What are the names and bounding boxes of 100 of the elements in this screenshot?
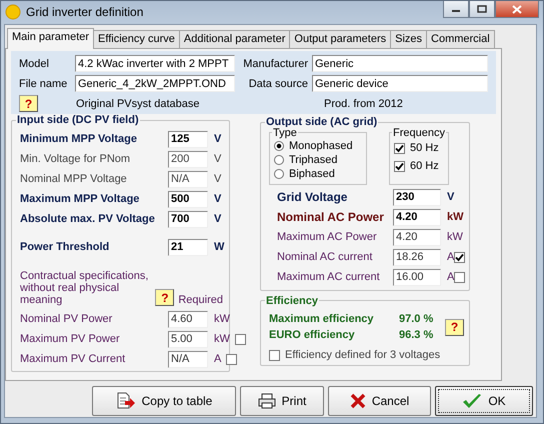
field-label: Maximum PV Current: [20, 353, 126, 365]
text-field[interactable]: Generic_4_2kW_2MPPT.OND: [75, 75, 235, 92]
value-field[interactable]: 4.60: [168, 310, 208, 328]
value-field[interactable]: 16.00: [393, 268, 441, 286]
printer-icon: [258, 393, 276, 409]
window-title: Grid inverter definition: [26, 4, 144, 18]
group-title: Type: [272, 127, 298, 139]
text-field[interactable]: Generic device: [312, 75, 488, 92]
value-field[interactable]: N/A: [168, 170, 208, 188]
tab[interactable]: Commercial: [426, 30, 495, 49]
unit-label: kW: [214, 313, 230, 325]
group-title: Efficiency: [265, 295, 319, 307]
tab[interactable]: Output parameters: [289, 30, 392, 49]
radio-button[interactable]: [274, 141, 284, 151]
maximize-icon: [477, 5, 487, 13]
unit-label: kW: [447, 231, 463, 243]
value-field[interactable]: 125: [168, 130, 208, 148]
unit-label: A: [447, 251, 454, 263]
value-field[interactable]: N/A: [168, 350, 208, 368]
close-button[interactable]: [495, 1, 539, 18]
unit-label: V: [214, 213, 222, 225]
field-label: Nominal AC current: [276, 251, 374, 263]
field-label: Nominal AC Power: [276, 210, 385, 224]
group-title: Frequency: [392, 127, 446, 139]
unit-label: A: [214, 353, 222, 365]
dialog-button[interactable]: OK: [435, 386, 533, 416]
maximize-button[interactable]: [469, 1, 495, 18]
tab[interactable]: Efficiency curve: [93, 30, 180, 49]
efficiency-label: EURO efficiency: [269, 329, 356, 341]
field-label: Model: [19, 58, 50, 70]
value-field[interactable]: 500: [168, 190, 208, 208]
text-field[interactable]: 4.2 kWac inverter with 2 MPPT: [75, 55, 235, 72]
checkmark-icon: [462, 393, 482, 409]
efficiency-value: 97.0 %: [399, 313, 434, 325]
tab[interactable]: Sizes: [390, 30, 428, 49]
field-label: File name: [19, 78, 68, 90]
checkbox-label: Efficiency defined for 3 voltages: [285, 349, 440, 361]
dialog-button[interactable]: Cancel: [328, 386, 431, 416]
group-title: Input side (DC PV field): [16, 114, 140, 126]
field-label: Min. Voltage for PNom: [20, 153, 132, 165]
checkbox[interactable]: [269, 350, 280, 360]
checkbox[interactable]: [454, 272, 466, 282]
close-icon: [512, 4, 522, 14]
dialog-button[interactable]: Print: [240, 386, 324, 416]
radio-button[interactable]: [274, 169, 284, 179]
field-label: Maximum AC Power: [276, 231, 378, 243]
help-button[interactable]: ?: [445, 318, 464, 336]
tab[interactable]: Additional parameter: [178, 30, 290, 49]
checkbox[interactable]: [226, 354, 238, 364]
document-arrow-icon: [116, 392, 136, 410]
field-label: Maximum PV Power: [20, 333, 121, 345]
field-label: Maximum AC current: [276, 271, 381, 283]
help-button[interactable]: ?: [155, 289, 174, 306]
minimize-button[interactable]: [443, 1, 469, 18]
field-label: Manufacturer: [243, 58, 308, 70]
production-text: Prod. from 2012: [324, 98, 403, 110]
value-field[interactable]: 21: [168, 238, 208, 256]
group-title: Output side (AC grid): [265, 116, 378, 128]
field-label: Grid Voltage: [276, 190, 348, 204]
origin-text: Original PVsyst database: [76, 98, 201, 110]
contract-note: Contractual specifications, without real physical meaning: [20, 270, 150, 306]
efficiency-value: 96.3 %: [399, 329, 434, 341]
value-field[interactable]: 4.20: [393, 208, 441, 226]
value-field[interactable]: 5.00: [168, 330, 208, 348]
checkbox[interactable]: [394, 142, 405, 154]
checkbox[interactable]: [234, 334, 246, 344]
value-field[interactable]: 4.20: [393, 228, 441, 246]
option-label: 50 Hz: [410, 142, 439, 154]
field-label: Absolute max. PV Voltage: [20, 213, 156, 225]
radio-button[interactable]: [274, 155, 284, 165]
unit-label: kW: [447, 211, 463, 223]
unit-label: A: [447, 271, 454, 283]
checkbox[interactable]: [454, 252, 466, 262]
unit-label: V: [447, 191, 456, 203]
x-mark-icon: [350, 393, 366, 409]
field-label: Nominal PV Power: [20, 313, 114, 325]
unit-label: W: [214, 241, 224, 253]
option-label: Triphased: [289, 154, 338, 166]
option-label: Monophased: [289, 140, 353, 152]
value-field[interactable]: 18.26: [393, 248, 441, 266]
unit-label: V: [214, 153, 222, 165]
dialog-button[interactable]: Copy to table: [92, 386, 236, 416]
unit-label: kW: [214, 333, 230, 345]
text-field[interactable]: Generic: [312, 55, 488, 72]
value-field[interactable]: 230: [393, 188, 441, 206]
value-field[interactable]: 200: [168, 150, 208, 168]
tab[interactable]: Main parameter: [7, 28, 94, 49]
help-button[interactable]: ?: [19, 95, 38, 112]
field-label: Minimum MPP Voltage: [20, 133, 138, 145]
option-label: 60 Hz: [410, 160, 439, 172]
required-label: Required: [178, 294, 223, 306]
option-label: Biphased: [289, 168, 335, 180]
checkbox[interactable]: [394, 160, 405, 172]
field-label: Data source: [248, 78, 308, 90]
value-field[interactable]: 700: [168, 210, 208, 228]
field-label: Maximum MPP Voltage: [20, 193, 140, 205]
unit-label: V: [214, 133, 222, 145]
efficiency-label: Maximum efficiency: [269, 313, 375, 325]
unit-label: V: [214, 173, 222, 185]
field-label: Power Threshold: [20, 241, 110, 253]
